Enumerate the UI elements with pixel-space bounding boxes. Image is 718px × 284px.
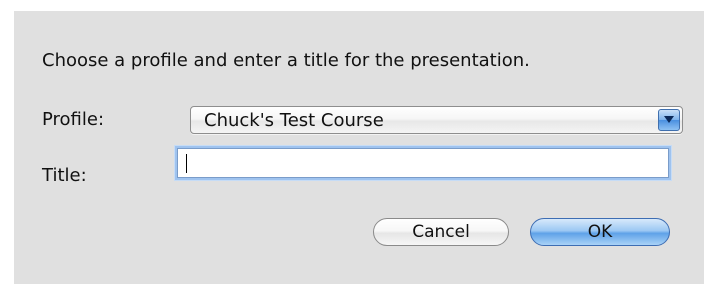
cancel-button[interactable]: Cancel	[373, 218, 509, 246]
chevron-down-icon-glyph	[664, 116, 674, 123]
chevron-down-icon[interactable]	[658, 109, 680, 131]
profile-popup-value: Chuck's Test Course	[204, 110, 384, 131]
title-label: Title:	[42, 165, 87, 186]
dialog-prompt: Choose a profile and enter a title for t…	[42, 50, 530, 71]
profile-label: Profile:	[42, 109, 105, 130]
title-input[interactable]	[177, 148, 669, 178]
ok-button[interactable]: OK	[530, 218, 670, 246]
profile-popup[interactable]: Chuck's Test Course	[190, 106, 683, 134]
text-caret	[186, 154, 187, 173]
